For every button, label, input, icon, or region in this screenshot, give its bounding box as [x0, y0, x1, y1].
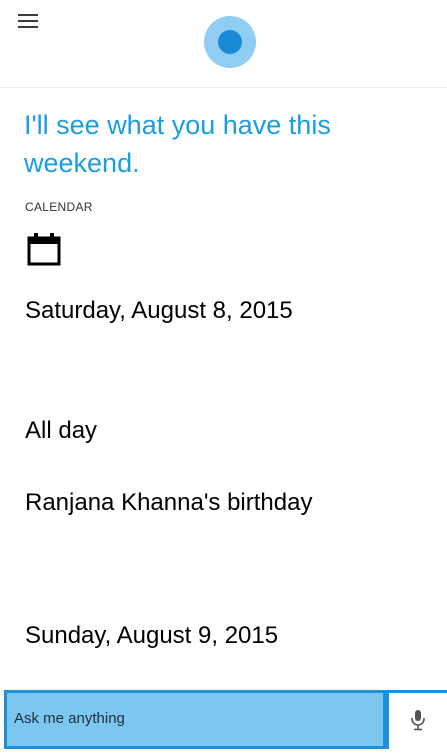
- event-date-saturday[interactable]: Saturday, August 8, 2015: [25, 297, 293, 325]
- header-divider: [0, 87, 447, 88]
- cortana-app: I'll see what you have this weekend. CAL…: [0, 0, 447, 753]
- event-title[interactable]: Ranjana Khanna's birthday: [25, 489, 312, 517]
- search-placeholder: Ask me anything: [14, 710, 125, 727]
- search-input[interactable]: Ask me anything: [4, 690, 386, 749]
- calendar-section-label: CALENDAR: [25, 200, 93, 214]
- search-bar-divider: [386, 690, 389, 749]
- event-time[interactable]: All day: [25, 417, 97, 445]
- hamburger-menu-icon[interactable]: [18, 14, 38, 28]
- event-date-sunday[interactable]: Sunday, August 9, 2015: [25, 622, 278, 650]
- search-bar: Ask me anything: [0, 688, 447, 753]
- cortana-response: I'll see what you have this weekend.: [24, 110, 331, 178]
- microphone-icon: [411, 710, 425, 731]
- microphone-button[interactable]: [390, 693, 447, 749]
- calendar-icon: [27, 233, 61, 266]
- cortana-circle-icon: [204, 16, 256, 68]
